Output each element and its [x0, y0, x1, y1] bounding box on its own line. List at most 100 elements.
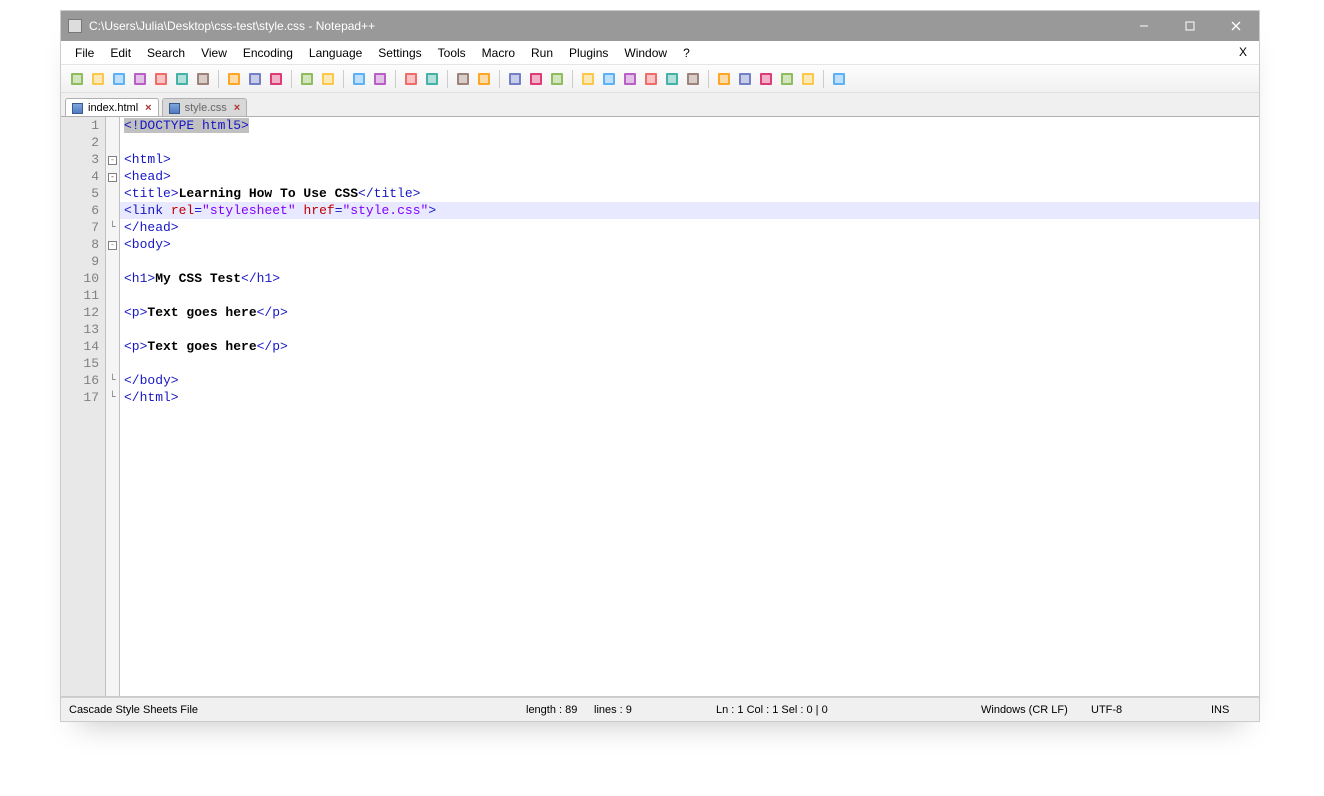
- code-line[interactable]: <head>: [120, 168, 1259, 185]
- paste-icon[interactable]: [266, 69, 286, 89]
- line-number[interactable]: 8: [61, 236, 99, 253]
- record-icon[interactable]: [714, 69, 734, 89]
- tab-close-menu-button[interactable]: X: [1233, 43, 1253, 61]
- line-number-gutter[interactable]: 1234567891011121314151617: [61, 117, 106, 696]
- open-file-icon[interactable]: [88, 69, 108, 89]
- fold-guide-icon: └: [109, 222, 115, 233]
- title-bar[interactable]: C:\Users\Julia\Desktop\css-test\style.cs…: [61, 11, 1259, 41]
- menu-language[interactable]: Language: [301, 43, 370, 63]
- stop-icon[interactable]: [735, 69, 755, 89]
- zoom-in-icon[interactable]: [401, 69, 421, 89]
- spellcheck-icon[interactable]: [829, 69, 849, 89]
- code-line[interactable]: [120, 321, 1259, 338]
- menu-macro[interactable]: Macro: [474, 43, 523, 63]
- line-number[interactable]: 3: [61, 151, 99, 168]
- monitor-icon[interactable]: [683, 69, 703, 89]
- fold-margin[interactable]: --└-└└: [106, 117, 120, 696]
- new-file-icon[interactable]: [67, 69, 87, 89]
- find-icon[interactable]: [349, 69, 369, 89]
- close-icon[interactable]: [151, 69, 171, 89]
- redo-icon[interactable]: [318, 69, 338, 89]
- play-icon[interactable]: [756, 69, 776, 89]
- print-icon[interactable]: [193, 69, 213, 89]
- doc-map-icon[interactable]: [599, 69, 619, 89]
- line-number[interactable]: 12: [61, 304, 99, 321]
- menu-run[interactable]: Run: [523, 43, 561, 63]
- code-line[interactable]: </html>: [120, 389, 1259, 406]
- save-macro-icon[interactable]: [798, 69, 818, 89]
- status-eol[interactable]: Windows (CR LF): [981, 704, 1068, 716]
- line-number[interactable]: 9: [61, 253, 99, 270]
- line-number[interactable]: 5: [61, 185, 99, 202]
- line-number[interactable]: 14: [61, 338, 99, 355]
- lang-icon[interactable]: [578, 69, 598, 89]
- code-line[interactable]: <html>: [120, 151, 1259, 168]
- undo-icon[interactable]: [297, 69, 317, 89]
- line-number[interactable]: 4: [61, 168, 99, 185]
- tab-style-css[interactable]: style.css×: [162, 98, 248, 116]
- line-number[interactable]: 13: [61, 321, 99, 338]
- tab-close-icon[interactable]: ×: [234, 102, 240, 114]
- menu-settings[interactable]: Settings: [370, 43, 429, 63]
- wordwrap-icon[interactable]: [505, 69, 525, 89]
- menu-search[interactable]: Search: [139, 43, 193, 63]
- code-line[interactable]: <link rel="stylesheet" href="style.css">: [120, 202, 1259, 219]
- code-line[interactable]: <h1>My CSS Test</h1>: [120, 270, 1259, 287]
- menu-window[interactable]: Window: [616, 43, 675, 63]
- minimize-button[interactable]: [1121, 11, 1167, 41]
- fold-toggle-icon[interactable]: -: [108, 173, 117, 182]
- code-line[interactable]: [120, 134, 1259, 151]
- status-position: Ln : 1 Col : 1 Sel : 0 | 0: [716, 704, 828, 716]
- line-number[interactable]: 1: [61, 117, 99, 134]
- func-list-icon[interactable]: [641, 69, 661, 89]
- fold-toggle-icon[interactable]: -: [108, 241, 117, 250]
- indent-guide-icon[interactable]: [547, 69, 567, 89]
- close-all-icon[interactable]: [172, 69, 192, 89]
- menu-file[interactable]: File: [67, 43, 102, 63]
- line-number[interactable]: 16: [61, 372, 99, 389]
- replace-icon[interactable]: [370, 69, 390, 89]
- zoom-out-icon[interactable]: [422, 69, 442, 89]
- tab-index-html[interactable]: index.html×: [65, 98, 159, 116]
- sync-v-icon[interactable]: [453, 69, 473, 89]
- code-line[interactable]: [120, 355, 1259, 372]
- code-editor[interactable]: <!DOCTYPE html5> <html><head><title>Lear…: [120, 117, 1259, 696]
- maximize-button[interactable]: [1167, 11, 1213, 41]
- cut-icon[interactable]: [224, 69, 244, 89]
- code-line[interactable]: <p>Text goes here</p>: [120, 338, 1259, 355]
- menu-edit[interactable]: Edit: [102, 43, 139, 63]
- folder-icon[interactable]: [662, 69, 682, 89]
- fold-toggle-icon[interactable]: -: [108, 156, 117, 165]
- code-line[interactable]: </body>: [120, 372, 1259, 389]
- line-number[interactable]: 6: [61, 202, 99, 219]
- menu-tools[interactable]: Tools: [430, 43, 474, 63]
- menu-view[interactable]: View: [193, 43, 235, 63]
- line-number[interactable]: 11: [61, 287, 99, 304]
- status-encoding[interactable]: UTF-8: [1091, 704, 1122, 716]
- play-multi-icon[interactable]: [777, 69, 797, 89]
- code-line[interactable]: [120, 253, 1259, 270]
- doc-list-icon[interactable]: [620, 69, 640, 89]
- line-number[interactable]: 15: [61, 355, 99, 372]
- code-line[interactable]: </head>: [120, 219, 1259, 236]
- code-line[interactable]: <!DOCTYPE html5>: [120, 117, 1259, 134]
- line-number[interactable]: 7: [61, 219, 99, 236]
- menu-encoding[interactable]: Encoding: [235, 43, 301, 63]
- line-number[interactable]: 2: [61, 134, 99, 151]
- menu-plugins[interactable]: Plugins: [561, 43, 616, 63]
- code-line[interactable]: [120, 287, 1259, 304]
- code-line[interactable]: <p>Text goes here</p>: [120, 304, 1259, 321]
- copy-icon[interactable]: [245, 69, 265, 89]
- save-all-icon[interactable]: [130, 69, 150, 89]
- menu-help[interactable]: ?: [675, 43, 698, 63]
- line-number[interactable]: 17: [61, 389, 99, 406]
- all-chars-icon[interactable]: [526, 69, 546, 89]
- code-line[interactable]: <body>: [120, 236, 1259, 253]
- close-window-button[interactable]: [1213, 11, 1259, 41]
- tab-close-icon[interactable]: ×: [145, 102, 151, 114]
- save-icon[interactable]: [109, 69, 129, 89]
- code-line[interactable]: <title>Learning How To Use CSS</title>: [120, 185, 1259, 202]
- sync-h-icon[interactable]: [474, 69, 494, 89]
- line-number[interactable]: 10: [61, 270, 99, 287]
- status-mode[interactable]: INS: [1211, 704, 1229, 716]
